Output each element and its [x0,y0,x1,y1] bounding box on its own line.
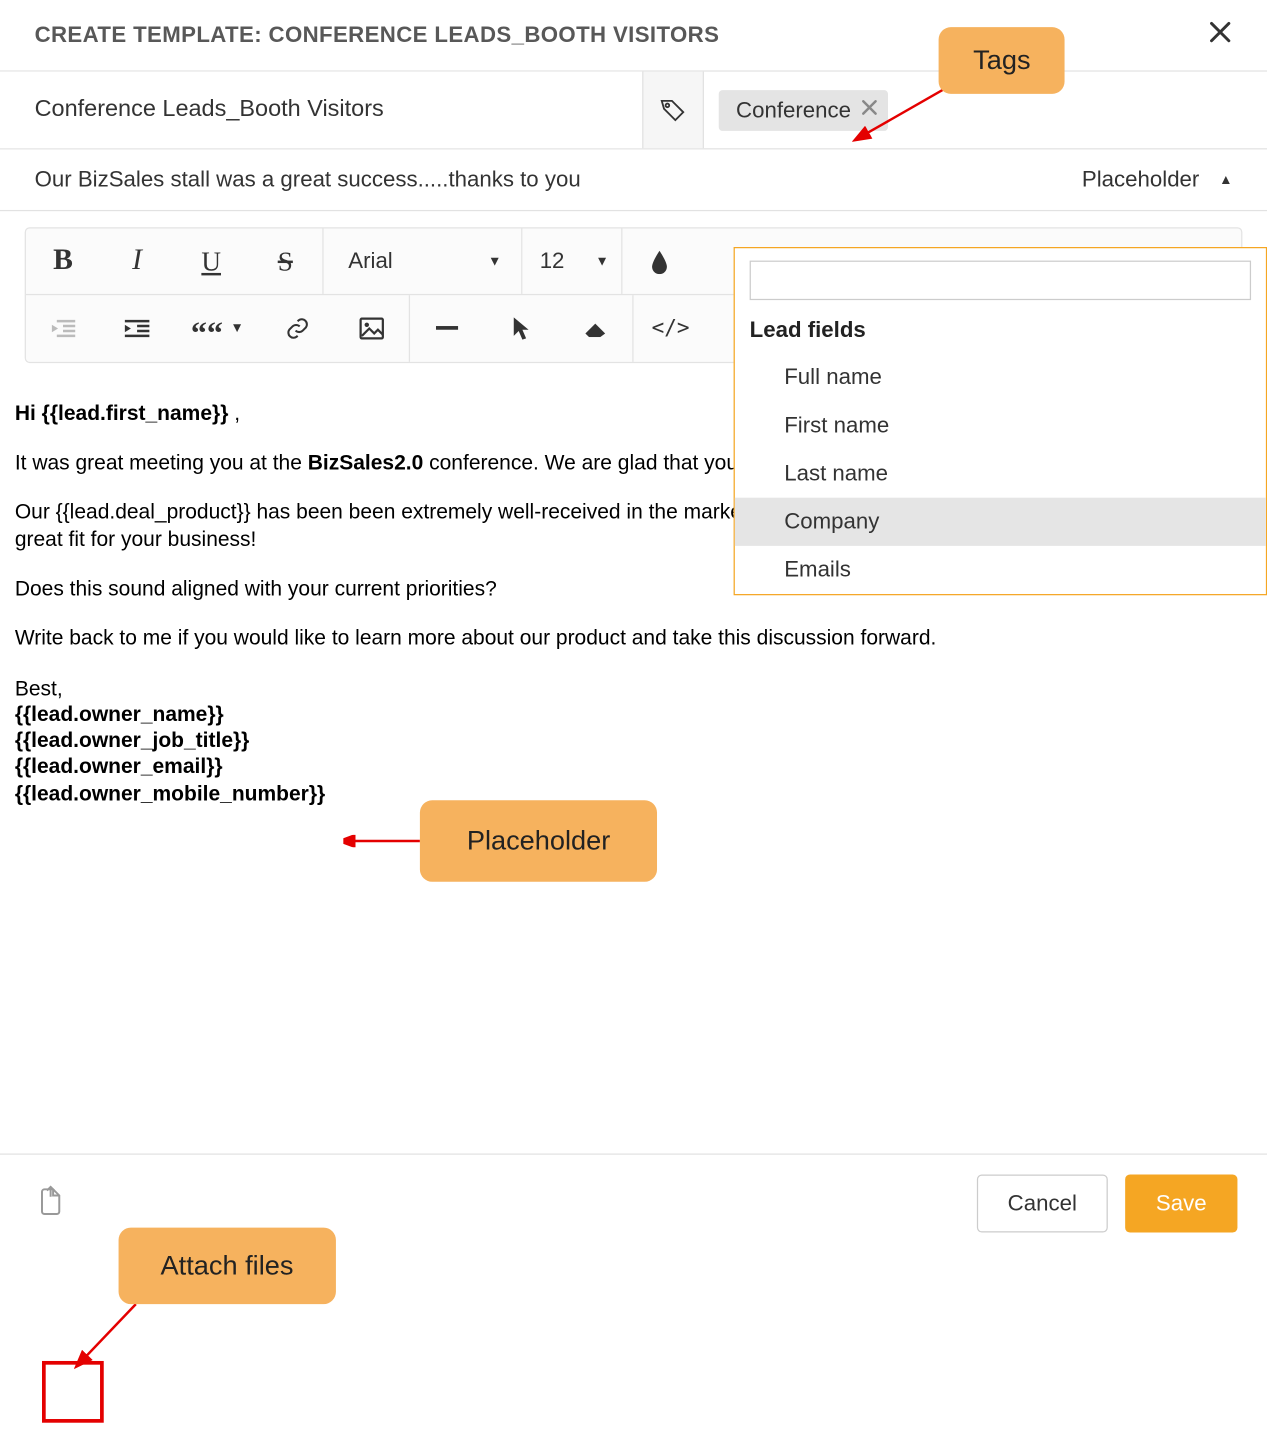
placeholder-search-input[interactable] [750,261,1251,301]
callout-attach: Attach files [119,1228,336,1305]
attach-files-button[interactable] [30,1177,72,1230]
eraser-icon [582,320,609,337]
body-sig4: {{lead.owner_mobile_number}} [15,781,325,804]
link-icon [285,316,310,341]
placeholder-group-heading: Lead fields [735,308,1266,354]
placeholder-item-full-name[interactable]: Full name [735,353,1266,401]
cancel-button[interactable]: Cancel [977,1174,1108,1232]
body-sig3: {{lead.owner_email}} [15,755,223,778]
text-color-button[interactable] [622,228,696,293]
font-size-value: 12 [540,248,565,274]
attachment-icon [37,1184,64,1216]
placeholder-dropdown-panel: Lead fields Full name First name Last na… [734,247,1267,595]
template-name-input[interactable] [0,72,642,149]
cursor-icon [511,316,531,341]
image-icon [359,317,384,339]
tag-chip-label: Conference [736,97,851,123]
body-p4: Write back to me if you would like to le… [15,625,1252,652]
italic-button[interactable]: I [100,228,174,293]
image-button[interactable] [335,295,409,362]
body-greeting-suffix: , [228,401,240,424]
select-button[interactable] [484,295,558,362]
body-sig-best: Best, [15,675,1252,701]
strikethrough-button[interactable]: S [248,228,322,293]
subject-input[interactable] [35,167,1082,193]
font-family-value: Arial [348,248,392,274]
link-button[interactable] [261,295,335,362]
font-size-select[interactable]: 12 ▼ [522,248,621,274]
tag-button[interactable] [642,72,704,149]
body-sig2: {{lead.owner_job_title}} [15,729,250,752]
callout-placeholder: Placeholder [420,800,657,882]
placeholder-label: Placeholder [1082,167,1199,193]
quote-button[interactable]: ““ ▼ [174,295,260,362]
annotation-box-attach [42,1361,104,1423]
ink-drop-icon [650,249,670,274]
body-sig1: {{lead.owner_name}} [15,702,224,725]
body-p1-bold: BizSales2.0 [308,451,424,474]
font-family-select[interactable]: Arial ▼ [324,248,522,274]
caret-up-icon: ▲ [1219,172,1232,187]
placeholder-item-company[interactable]: Company [735,498,1266,546]
close-icon[interactable] [1208,20,1233,51]
placeholder-item-first-name[interactable]: First name [735,401,1266,449]
underline-button[interactable]: U [174,228,248,293]
body-greeting-token: {{lead.first_name}} [42,401,229,424]
clear-format-button[interactable] [558,295,632,362]
horizontal-rule-button[interactable] [410,295,484,362]
bold-button[interactable]: B [26,228,100,293]
outdent-button[interactable] [26,295,100,362]
body-p1a: It was great meeting you at the [15,451,308,474]
callout-tags: Tags [939,27,1066,94]
indent-button[interactable] [100,295,174,362]
caret-down-icon: ▼ [595,254,608,269]
save-button[interactable]: Save [1125,1174,1237,1232]
caret-down-icon: ▼ [488,254,501,269]
placeholder-item-last-name[interactable]: Last name [735,450,1266,498]
placeholder-dropdown-toggle[interactable]: Placeholder ▲ [1082,167,1233,193]
page-title: CREATE TEMPLATE: CONFERENCE LEADS_BOOTH … [35,22,720,48]
tag-icon [659,96,686,123]
body-greeting-prefix: Hi [15,401,42,424]
code-view-button[interactable]: </> [634,295,708,362]
placeholder-item-emails[interactable]: Emails [735,546,1266,594]
